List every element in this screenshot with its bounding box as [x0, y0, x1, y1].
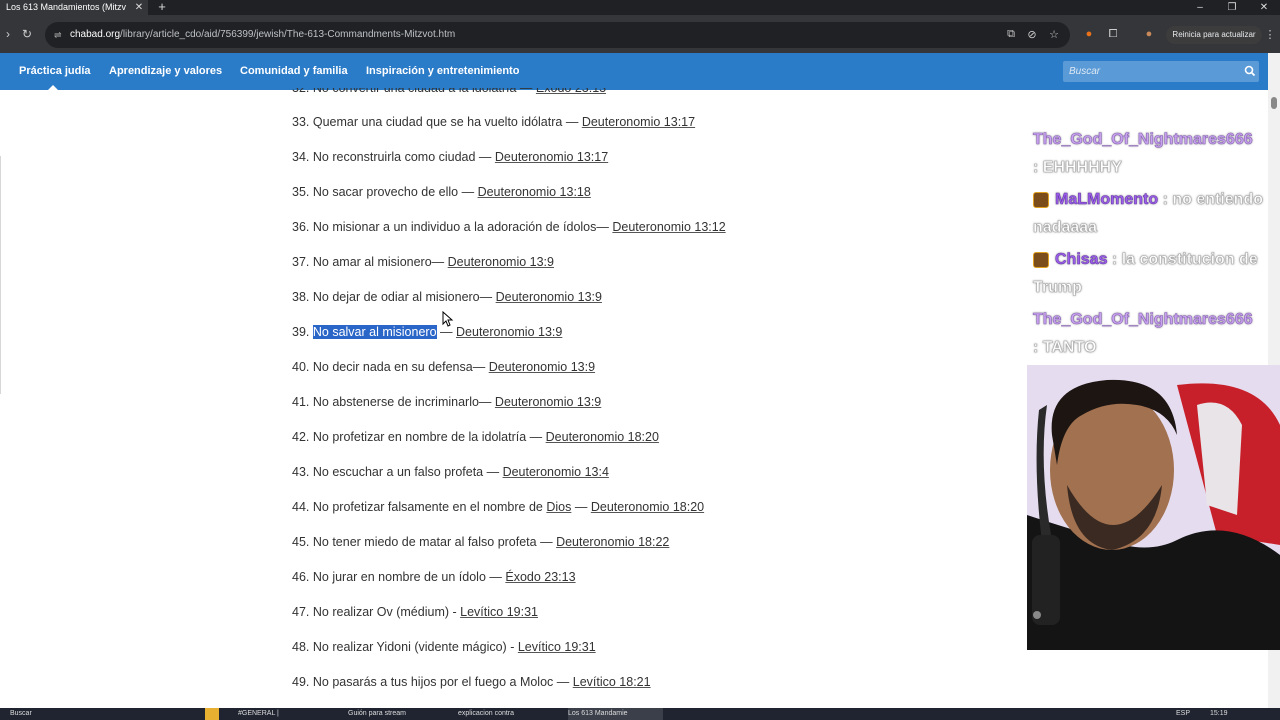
list-item: 49. No pasarás a tus hijos por el fuego …	[292, 675, 651, 689]
tab-title: Los 613 Mandamientos (Mitzv	[6, 2, 127, 12]
url-host: chabad.org	[70, 29, 121, 40]
verse-link[interactable]: Levítico 18:21	[573, 675, 651, 689]
verse-link[interactable]: Deuteronomio 18:20	[591, 500, 704, 514]
clock[interactable]: 15:19	[1210, 708, 1228, 720]
list-item: 45. No tener miedo de matar al falso pro…	[292, 535, 670, 549]
verse-link[interactable]: Levítico 19:31	[460, 605, 538, 619]
verse-link[interactable]: Deuteronomio 13:9	[495, 395, 601, 409]
verse-link[interactable]: Deuteronomio 13:9	[448, 255, 554, 269]
chat-username: Chisas	[1055, 251, 1108, 269]
list-item: 46. No jurar en nombre de un ídolo — Éxo…	[292, 570, 576, 584]
os-taskbar: Buscar #GENERAL | Guión para stream expl…	[0, 708, 1280, 720]
list-item: 43. No escuchar a un falso profeta — Deu…	[292, 465, 609, 479]
verse-link[interactable]: Deuteronomio 13:12	[612, 220, 725, 234]
minimize-icon[interactable]: –	[1190, 0, 1210, 15]
taskbar-search[interactable]: Buscar	[10, 708, 32, 720]
verse-link[interactable]: Deuteronomio 13:9	[489, 360, 595, 374]
verse-link[interactable]: Deuteronomio 18:22	[556, 535, 669, 549]
chat-message: The_God_Of_Nightmares666 : TANTO	[1033, 306, 1268, 362]
reload-icon[interactable]: ↻	[19, 27, 35, 41]
forward-icon[interactable]: ›	[0, 27, 16, 41]
chat-message: The_God_Of_Nightmares666 : EHHHHHY	[1033, 126, 1268, 182]
bookmark-star-icon[interactable]: ☆	[1047, 28, 1061, 41]
verse-link[interactable]: Éxodo 23:13	[505, 570, 575, 584]
scrollbar-thumb[interactable]	[1271, 97, 1277, 109]
selected-text[interactable]: No salvar al misionero	[312, 325, 437, 339]
list-item: 42. No profetizar en nombre de la idolat…	[292, 430, 659, 444]
taskbar-app-chrome-3[interactable]: Los 613 Mandamie	[568, 708, 663, 720]
list-item: 44. No profetizar falsamente en el nombr…	[292, 500, 705, 514]
browser-tabbar: Los 613 Mandamientos (Mitzv ✕ + – ❐ ✕	[0, 0, 1280, 15]
url-path: /library/article_cdo/aid/756399/jewish/T…	[120, 29, 456, 40]
verse-link[interactable]: Deuteronomio 13:9	[456, 325, 562, 339]
tab-close-icon[interactable]: ✕	[133, 0, 145, 15]
nav-inspiracion[interactable]: Inspiración y entretenimiento	[366, 53, 519, 90]
taskbar-app-chrome-1[interactable]: Guión para stream	[348, 708, 443, 720]
chat-message-faded: · · · · · · · · · · · ·	[1033, 95, 1146, 112]
address-bar[interactable]: ⇌ chabad.org/library/article_cdo/aid/756…	[45, 22, 1070, 48]
maximize-icon[interactable]: ❐	[1222, 0, 1242, 15]
menu-icon[interactable]: ⋮	[1263, 28, 1277, 41]
webcam-feed	[1027, 365, 1280, 650]
list-item: 41. No abstenerse de incriminarlo— Deute…	[292, 395, 602, 409]
profile-avatar[interactable]: ●	[1142, 28, 1156, 40]
chat-badge-icon	[1033, 251, 1049, 268]
list-item: 40. No decir nada en su defensa— Deutero…	[292, 360, 596, 374]
search-box	[1063, 61, 1259, 82]
list-item: 33. Quemar una ciudad que se ha vuelto i…	[292, 115, 696, 129]
chat-username: MaLMomento	[1055, 191, 1159, 209]
site-info-icon[interactable]: ⇌	[54, 22, 62, 48]
extension-fox-icon[interactable]: ●	[1082, 28, 1096, 40]
chat-username: The_God_Of_Nightmares666	[1033, 311, 1253, 329]
search-icon[interactable]	[1243, 64, 1257, 78]
chat-text: : TANTO	[1033, 339, 1097, 357]
list-item: 36. No misionar a un individuo a la ador…	[292, 220, 726, 234]
taskbar-app-chrome-2[interactable]: explicacion contra	[458, 708, 553, 720]
verse-link[interactable]: Levítico 19:31	[518, 640, 596, 654]
extensions-icon[interactable]: ⧠	[1106, 28, 1120, 41]
eye-off-icon[interactable]: ⊘	[1025, 28, 1039, 41]
browser-tab[interactable]: Los 613 Mandamientos (Mitzv	[0, 0, 148, 15]
active-nav-caret	[48, 85, 58, 90]
file-explorer-icon[interactable]	[205, 708, 219, 720]
chat-message: Chisas : la constitucion de Trump	[1033, 246, 1268, 302]
streamer-webcam-image	[1027, 365, 1280, 650]
list-item-selected: 39. No salvar al misionero — Deuteronomi…	[292, 325, 563, 339]
new-tab-icon[interactable]: +	[155, 0, 169, 15]
close-window-icon[interactable]: ✕	[1254, 0, 1274, 15]
stream-chat-overlay: · · · · · · · · · · · · The_God_Of_Night…	[1027, 90, 1268, 365]
verse-link[interactable]: Deuteronomio 13:17	[495, 150, 608, 164]
verse-link[interactable]: Deuteronomio 13:17	[582, 115, 695, 129]
translate-icon[interactable]: ⧉	[1004, 28, 1018, 41]
verse-link[interactable]: Deuteronomio 13:4	[503, 465, 609, 479]
verse-link[interactable]: Deuteronomio 13:18	[478, 185, 591, 199]
list-item: 48. No realizar Yidoni (vidente mágico) …	[292, 640, 596, 654]
chat-username: The_God_Of_Nightmares666	[1033, 131, 1253, 149]
dios-link[interactable]: Dios	[546, 500, 571, 514]
taskbar-app-discord[interactable]: #GENERAL |	[238, 708, 328, 720]
list-item: 47. No realizar Ov (médium) - Levítico 1…	[292, 605, 538, 619]
nav-comunidad[interactable]: Comunidad y familia	[240, 53, 348, 90]
verse-link[interactable]: Deuteronomio 13:9	[496, 290, 602, 304]
nav-aprendizaje[interactable]: Aprendizaje y valores	[109, 53, 222, 90]
site-nav: Práctica judía Aprendizaje y valores Com…	[0, 53, 1268, 90]
list-item: 35. No sacar provecho de ello — Deuteron…	[292, 185, 591, 199]
chat-text: : EHHHHHY	[1033, 159, 1122, 177]
search-input[interactable]	[1069, 61, 1239, 82]
verse-link[interactable]: Deuteronomio 18:20	[546, 430, 659, 444]
update-button[interactable]: Reinicia para actualizar	[1166, 26, 1262, 44]
chat-badge-icon	[1033, 191, 1049, 208]
list-item: 34. No reconstruirla como ciudad — Deute…	[292, 150, 609, 164]
mouse-cursor-icon	[442, 311, 454, 327]
chat-message: MaLMomento : no entiendo nadaaaa	[1033, 186, 1268, 242]
list-item: 37. No amar al misionero— Deuteronomio 1…	[292, 255, 554, 269]
left-divider	[0, 156, 1, 394]
browser-toolbar: › ↻ ⇌ chabad.org/library/article_cdo/aid…	[0, 15, 1280, 53]
language-indicator[interactable]: ESP	[1176, 708, 1190, 720]
list-item: 38. No dejar de odiar al misionero— Deut…	[292, 290, 602, 304]
